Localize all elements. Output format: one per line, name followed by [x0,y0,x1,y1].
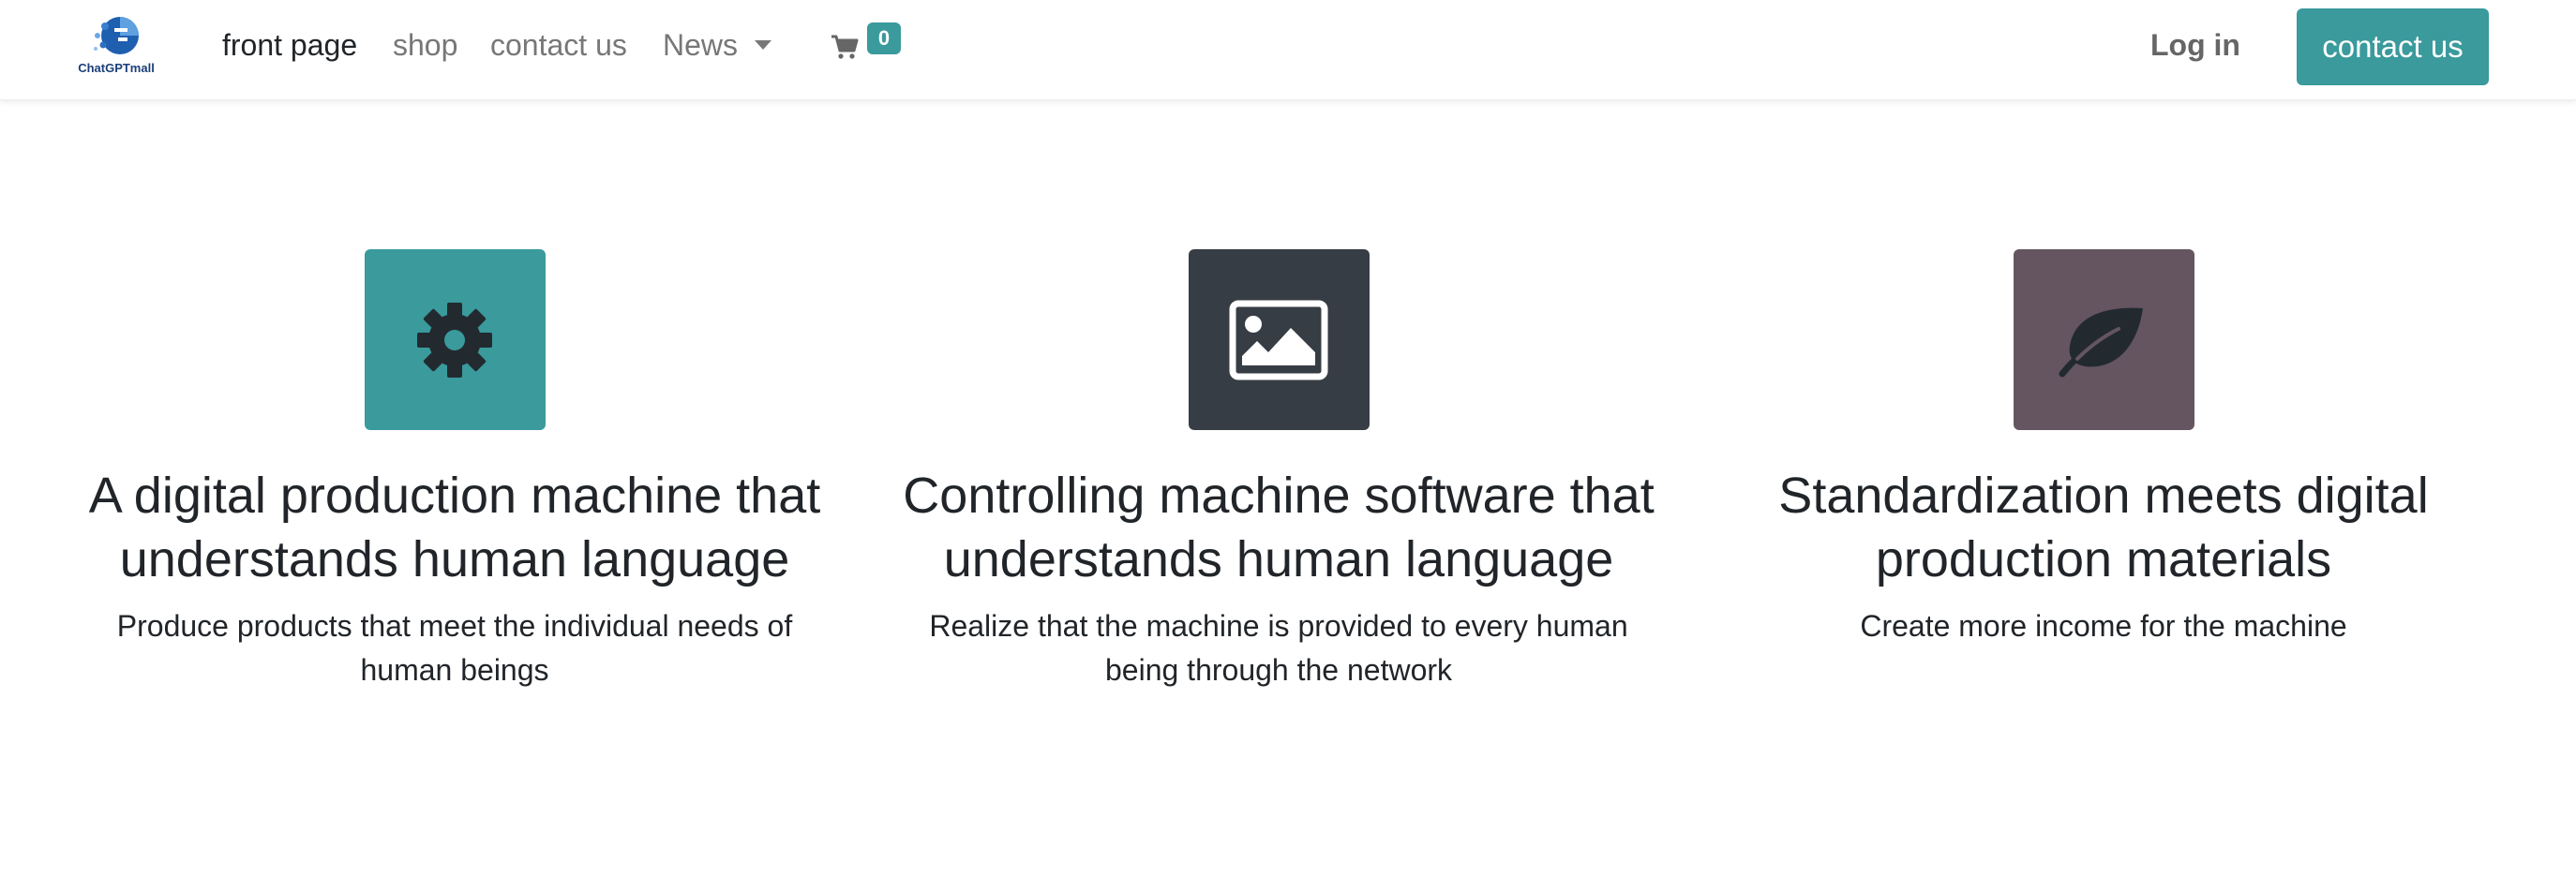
top-navbar: ChatGPTmall front page shop contact us N… [0,0,2576,100]
feature-title: Controlling machine software that unders… [903,468,1655,587]
nav-link-front-page[interactable]: front page [222,28,357,63]
nav-dropdown-news[interactable]: News [663,28,772,63]
nav-link-shop[interactable]: shop [393,28,457,63]
feature-description: Realize that the machine is provided to … [929,609,1628,687]
feature-card-digital-machine: A digital production machine that unders… [70,249,839,692]
gear-icon [417,302,492,378]
feature-title: A digital production machine that unders… [88,468,821,587]
feature-card-machine-software: Controlling machine software that unders… [894,249,1663,692]
shopping-cart-icon [831,35,859,59]
brand-name: ChatGPTmall [78,61,155,75]
feature-description: Produce products that meet the individua… [116,609,793,687]
feature-icon-box [1188,249,1370,430]
nav-dropdown-news-label: News [663,28,739,62]
feature-icon-box [2013,249,2194,430]
feature-card-standardization: Standardization meets digital production… [1719,249,2488,648]
caret-down-icon [755,39,772,50]
cart-button[interactable] [831,34,859,65]
brand-logo[interactable]: ChatGPTmall [69,13,163,79]
nav-link-contact-us[interactable]: contact us [490,28,627,63]
feature-title: Standardization meets digital production… [1778,468,2429,587]
feature-icon-box [364,249,546,430]
contact-us-button[interactable]: contact us [2297,8,2489,85]
cart-count-badge: 0 [867,22,901,54]
login-link[interactable]: Log in [2150,28,2240,63]
feature-description: Create more income for the machine [1860,609,2347,643]
brand-logo-icon [94,17,139,54]
leaf-icon [2059,307,2143,377]
image-icon [1229,300,1328,379]
